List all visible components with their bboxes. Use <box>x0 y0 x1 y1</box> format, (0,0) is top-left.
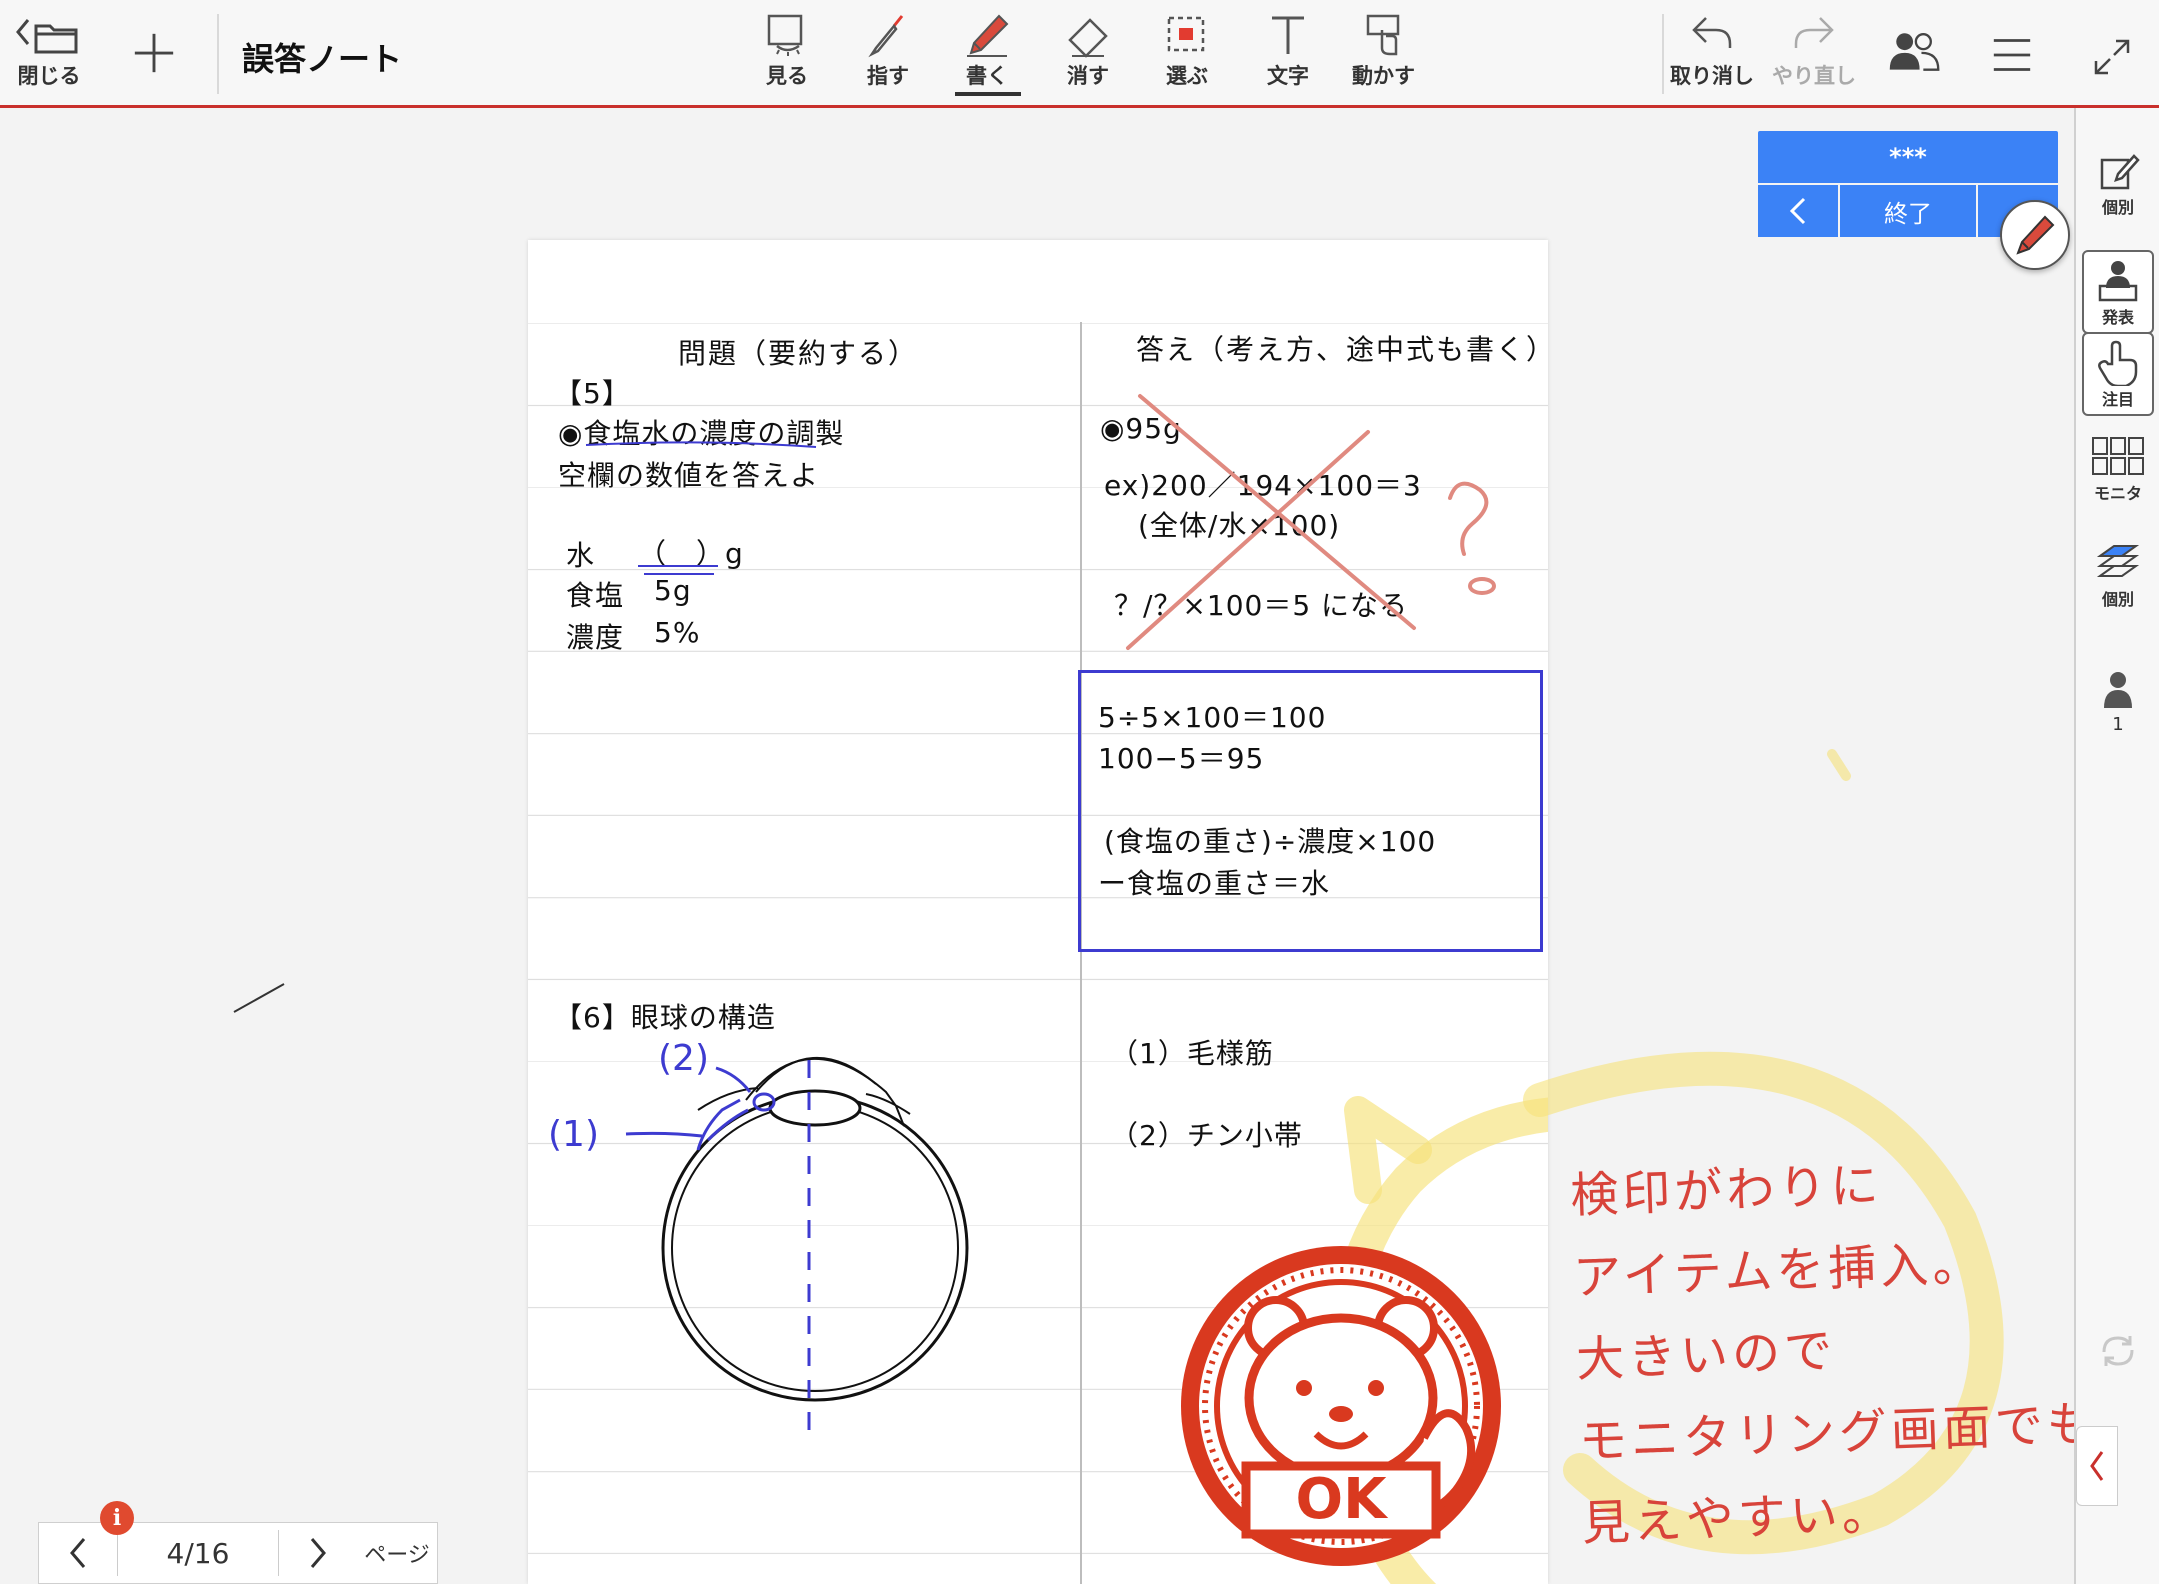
chevron-left-icon <box>70 1538 86 1568</box>
close-folder-icon <box>16 19 78 54</box>
sync-icon <box>2102 1336 2134 1366</box>
note-page[interactable]: 問題（要約する） 答え（考え方、途中式も書く） 【5】 ◉食塩水の濃度の調製 空… <box>528 240 1548 1584</box>
blue-ink-underlines <box>585 441 817 575</box>
tool-text-label: 文字 <box>1267 64 1309 88</box>
close-button[interactable]: 閉じる <box>14 12 84 90</box>
menu-button[interactable] <box>1992 32 2032 78</box>
pen-floating-button[interactable] <box>2000 200 2070 270</box>
tool-text-button[interactable]: 文字 <box>1264 12 1312 90</box>
close-label: 閉じる <box>17 64 81 88</box>
chevron-left-icon <box>1789 197 1806 225</box>
sidebar-individual-layers-button[interactable]: 個別 <box>2082 540 2154 610</box>
ok-stamp-icon: OK <box>1181 1246 1501 1566</box>
corrected-line-3: (食塩の重さ)÷濃度×100 <box>1104 825 1437 858</box>
app-window: 閉じる 誤答ノート 見る 指す 書く 消す 選ぶ 文字 動かす 取り消し やり直… <box>0 0 2159 1584</box>
individual-edit-icon <box>2100 154 2140 190</box>
sidebar-individual-layers-label: 個別 <box>2101 590 2134 609</box>
page-indicator[interactable]: 4/16 <box>118 1523 278 1583</box>
tool-write-label: 書く <box>966 64 1008 88</box>
active-tool-indicator <box>955 92 1021 96</box>
toolbar-divider <box>217 14 219 94</box>
next-page-button[interactable] <box>279 1523 357 1583</box>
undo-button[interactable]: 取り消し <box>1670 12 1754 90</box>
presentation-icon <box>2098 261 2138 302</box>
plus-icon <box>134 33 174 73</box>
label-2: (2) <box>658 1038 709 1079</box>
toolbar-divider <box>1662 14 1664 94</box>
users-icon <box>1889 33 1940 71</box>
redo-button[interactable]: やり直し <box>1772 12 1856 90</box>
tool-point-button[interactable]: 指す <box>864 12 912 90</box>
move-icon <box>1366 14 1399 56</box>
chevron-left-icon <box>2090 1451 2104 1481</box>
monitor-grid-icon <box>2092 437 2144 475</box>
undo-icon <box>1692 17 1732 48</box>
stray-pen-stroke <box>233 983 285 1013</box>
page-label[interactable]: ページ <box>357 1523 437 1583</box>
sidebar-collapse-button[interactable] <box>2076 1426 2118 1506</box>
chevron-right-icon <box>310 1538 326 1568</box>
tool-view-button[interactable]: 見る <box>763 12 811 90</box>
pencil-icon <box>2016 215 2055 255</box>
user-count-value: 1 <box>2112 714 2124 735</box>
add-page-button[interactable] <box>130 30 178 76</box>
corrected-line-4: ー食塩の重さ＝水 <box>1098 867 1331 900</box>
undo-label: 取り消し <box>1670 64 1754 88</box>
hamburger-menu-icon <box>1993 39 2031 71</box>
tool-select-button[interactable]: 選ぶ <box>1163 12 1211 90</box>
document-title: 誤答ノート <box>242 40 403 78</box>
text-icon <box>1272 16 1304 54</box>
top-toolbar: 閉じる 誤答ノート 見る 指す 書く 消す 選ぶ 文字 動かす 取り消し やり直… <box>0 0 2159 108</box>
sidebar-attention-button[interactable]: 注目 <box>2082 332 2154 416</box>
tool-point-label: 指す <box>867 64 909 88</box>
handwritten-annotation: 検印がわりに アイテムを挿入。 大きいので モニタリング画面でも 見えやすい。 <box>1569 1137 2103 1565</box>
annotation-line-5: 見えやすい。 <box>1580 1485 1895 1552</box>
answer-6-1: （1）毛様筋 <box>1110 1037 1274 1070</box>
corrected-line-2: 100−5＝95 <box>1098 742 1265 775</box>
pen-icon <box>967 14 1009 57</box>
tool-select-label: 選ぶ <box>1166 64 1208 88</box>
select-icon <box>1167 16 1205 52</box>
attention-hand-icon <box>2098 340 2138 386</box>
redo-icon <box>1794 17 1834 48</box>
eraser-icon <box>1068 18 1108 58</box>
expand-icon <box>2094 39 2130 75</box>
tool-erase-label: 消す <box>1067 64 1109 88</box>
sidebar-user-count: 1 <box>2082 668 2154 735</box>
view-icon <box>767 14 803 56</box>
sidebar-attention-label: 注目 <box>2101 390 2134 409</box>
tool-view-label: 見る <box>766 64 808 88</box>
session-back-button[interactable] <box>1758 185 1838 237</box>
sidebar-present-label: 発表 <box>2101 308 2134 327</box>
sync-button[interactable] <box>2082 1328 2154 1374</box>
tool-erase-button[interactable]: 消す <box>1064 12 1112 90</box>
eyeball-diagram: (1) (2) <box>548 1038 969 1430</box>
yellow-dot <box>1827 749 1851 781</box>
participants-button[interactable] <box>1886 28 1942 74</box>
sidebar-monitor-label: モニタ <box>2093 484 2142 503</box>
session-end-button[interactable]: 終了 <box>1840 185 1976 237</box>
answer-column-header: 答え（考え方、途中式も書く） <box>1136 333 1548 366</box>
prev-page-button[interactable] <box>39 1523 117 1583</box>
corrected-line-1: 5÷5×100＝100 <box>1098 701 1327 734</box>
right-sidebar: 個別 発表 注目 モニタ 個別 1 <box>2074 108 2159 1584</box>
sidebar-individual-button[interactable]: 個別 <box>2082 148 2154 218</box>
page-navigator: 4/16 ページ <box>38 1522 438 1584</box>
tool-move-label: 動かす <box>1352 64 1415 88</box>
label-1: (1) <box>548 1114 599 1155</box>
redo-label: やり直し <box>1772 64 1856 88</box>
fullscreen-button[interactable] <box>2092 34 2132 80</box>
info-badge-icon[interactable]: i <box>100 1501 134 1535</box>
tool-move-button[interactable]: 動かす <box>1352 12 1415 90</box>
session-name: *** <box>1758 131 2058 183</box>
user-count-icon <box>2104 672 2132 708</box>
stamp-label: OK <box>1296 1467 1390 1532</box>
sidebar-present-button[interactable]: 発表 <box>2082 250 2154 334</box>
laser-pointer-icon <box>868 15 904 58</box>
sidebar-individual-label: 個別 <box>2101 198 2134 217</box>
tool-write-button[interactable]: 書く <box>963 12 1011 90</box>
individual-layers-icon <box>2096 545 2140 577</box>
sidebar-monitor-button[interactable]: モニタ <box>2082 434 2154 504</box>
